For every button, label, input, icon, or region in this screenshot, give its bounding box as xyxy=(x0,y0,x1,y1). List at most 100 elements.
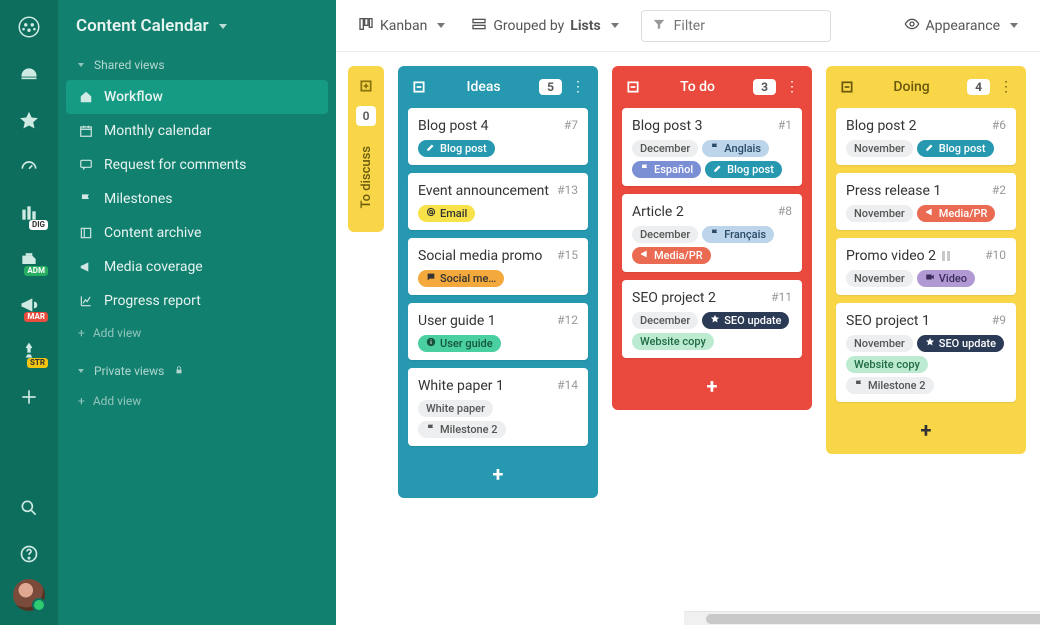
add-view-private[interactable]: +Add view xyxy=(66,386,328,416)
sidebar-item-label: Media coverage xyxy=(104,259,203,275)
card[interactable]: White paper 1#14White paperMilestone 2 xyxy=(408,368,588,446)
flag-icon xyxy=(854,379,864,392)
tag-label: December xyxy=(640,142,690,155)
nav-add-icon[interactable] xyxy=(8,376,50,418)
card-tags: Email xyxy=(418,205,578,222)
tag-label: Media/PR xyxy=(654,249,703,262)
tag: Social me… xyxy=(418,270,504,287)
nav-str-icon[interactable]: STR xyxy=(8,330,50,372)
tag-label: December xyxy=(640,228,690,241)
collapse-icon[interactable] xyxy=(624,78,642,96)
nav-mar-icon[interactable]: MAR xyxy=(8,284,50,326)
sidebar-item-rfc[interactable]: Request for comments xyxy=(66,148,328,182)
add-view-shared[interactable]: +Add view xyxy=(66,318,328,348)
card-tags: DecemberAnglaisEspañolBlog post xyxy=(632,140,792,178)
tag-label: Blog post xyxy=(939,142,986,155)
column-menu-icon[interactable]: ⋮ xyxy=(998,79,1014,95)
video-icon xyxy=(925,272,935,285)
filter-input[interactable] xyxy=(674,18,852,34)
nav-help-icon[interactable] xyxy=(8,533,50,575)
card-title: White paper 1 xyxy=(418,378,504,394)
nav-dashboard-icon[interactable] xyxy=(8,54,50,96)
user-avatar[interactable] xyxy=(13,579,45,611)
collapse-icon[interactable] xyxy=(410,78,428,96)
add-card-button[interactable]: + xyxy=(836,410,1016,444)
pencil-icon xyxy=(925,142,935,155)
tag-label: November xyxy=(854,142,905,155)
column-menu-icon[interactable]: ⋮ xyxy=(570,79,586,95)
card[interactable]: Blog post 3#1DecemberAnglaisEspañolBlog … xyxy=(622,108,802,186)
nav-adm-icon[interactable]: ADM xyxy=(8,238,50,280)
tag: Blog post xyxy=(917,140,994,157)
tag: Email xyxy=(418,205,475,222)
column-title: Ideas xyxy=(436,79,531,95)
tag: Blog post xyxy=(705,161,782,178)
card[interactable]: Promo video 2#10NovemberVideo xyxy=(836,238,1016,295)
nav-dig-icon[interactable]: DIG xyxy=(8,192,50,234)
card[interactable]: Press release 1#2NovemberMedia/PR xyxy=(836,173,1016,230)
board-title: Content Calendar xyxy=(76,16,209,36)
card[interactable]: Blog post 4#7Blog post xyxy=(408,108,588,165)
grouped-by-dropdown[interactable]: Grouped by Lists xyxy=(467,10,622,42)
board-title-dropdown[interactable]: Content Calendar xyxy=(58,0,336,50)
card-number: #7 xyxy=(564,118,578,132)
card-number: #9 xyxy=(992,313,1006,327)
badge-adm: ADM xyxy=(24,266,48,276)
sidebar-item-content-archive[interactable]: Content archive xyxy=(66,216,328,250)
view-mode-dropdown[interactable]: Kanban xyxy=(354,10,449,42)
tag: December xyxy=(632,226,698,243)
tag: Website copy xyxy=(632,333,714,350)
card-tags: Social me… xyxy=(418,270,578,287)
tag-label: Français xyxy=(724,228,766,241)
card-title: SEO project 1 xyxy=(846,313,930,329)
scrollbar-thumb[interactable] xyxy=(706,614,1040,624)
sidebar-item-media-coverage[interactable]: Media coverage xyxy=(66,250,328,284)
tag: Blog post xyxy=(418,140,495,157)
add-card-button[interactable]: + xyxy=(408,454,588,488)
card[interactable]: SEO project 2#11DecemberSEO updateWebsit… xyxy=(622,280,802,358)
column-title: Doing xyxy=(864,79,959,95)
tag: Video xyxy=(917,270,975,287)
filter-icon xyxy=(652,17,666,35)
card-title: User guide 1 xyxy=(418,313,496,329)
column-collapsed-to-discuss[interactable]: 0To discuss xyxy=(348,66,384,232)
card[interactable]: Blog post 2#6NovemberBlog post xyxy=(836,108,1016,165)
card[interactable]: Event announcement#13Email xyxy=(408,173,588,230)
expand-icon[interactable] xyxy=(356,76,376,96)
tag: December xyxy=(632,312,698,329)
column-count: 3 xyxy=(753,79,776,95)
plus-icon: + xyxy=(78,394,85,408)
sidebar-item-workflow[interactable]: Workflow xyxy=(66,80,328,114)
add-card-button[interactable]: + xyxy=(622,366,802,400)
sidebar-item-label: Milestones xyxy=(104,191,173,207)
nav-search-icon[interactable] xyxy=(8,487,50,529)
home-icon xyxy=(78,90,94,104)
sidebar-item-label: Monthly calendar xyxy=(104,123,212,139)
card-number: #6 xyxy=(992,118,1006,132)
private-views-heading[interactable]: Private views xyxy=(66,356,328,386)
collapse-icon[interactable] xyxy=(838,78,856,96)
tag-label: Social me… xyxy=(440,272,496,285)
card[interactable]: User guide 1#12User guide xyxy=(408,303,588,360)
card[interactable]: Social media promo#15Social me… xyxy=(408,238,588,295)
nav-gauge-icon[interactable] xyxy=(8,146,50,188)
filter-input-wrapper[interactable] xyxy=(641,10,831,42)
sidebar-item-milestones[interactable]: Milestones xyxy=(66,182,328,216)
sidebar-item-monthly-calendar[interactable]: Monthly calendar xyxy=(66,114,328,148)
horizontal-scrollbar[interactable] xyxy=(684,611,1040,625)
nav-favorites-icon[interactable] xyxy=(8,100,50,142)
tag-label: User guide xyxy=(440,337,493,350)
app-logo[interactable] xyxy=(14,12,44,42)
appearance-dropdown[interactable]: Appearance xyxy=(900,10,1022,42)
sidebar-item-progress-report[interactable]: Progress report xyxy=(66,284,328,318)
tag: November xyxy=(846,270,913,287)
card[interactable]: Article 2#8DecemberFrançaisMedia/PR xyxy=(622,194,802,272)
star-icon xyxy=(925,337,935,350)
tag: User guide xyxy=(418,335,501,352)
card-number: #14 xyxy=(557,378,578,392)
tag: December xyxy=(632,140,698,157)
tag: November xyxy=(846,140,913,157)
shared-views-heading[interactable]: Shared views xyxy=(66,50,328,80)
column-menu-icon[interactable]: ⋮ xyxy=(784,79,800,95)
card[interactable]: SEO project 1#9NovemberSEO updateWebsite… xyxy=(836,303,1016,402)
